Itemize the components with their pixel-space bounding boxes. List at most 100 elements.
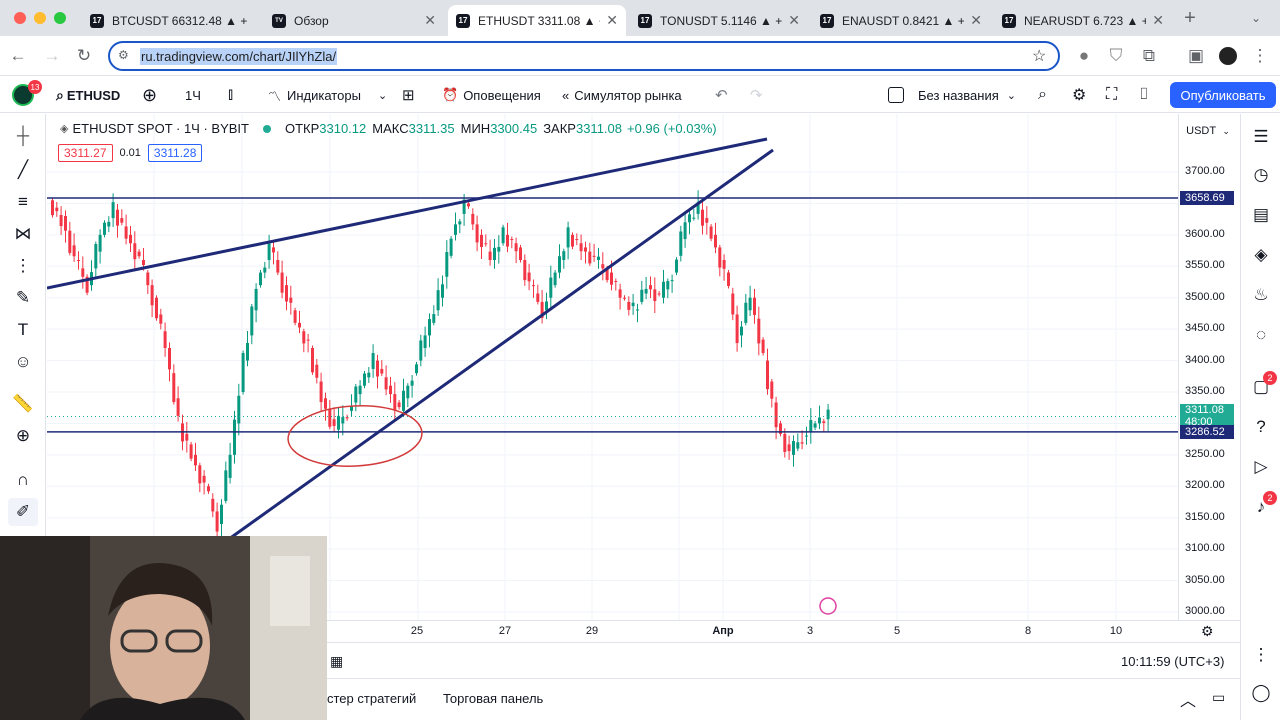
layout-name-button[interactable]: Без названия ⌄ [888,77,1016,113]
indicators-button[interactable]: 〽 Индикаторы [268,77,361,113]
apps-grid-icon[interactable]: ⋮ [1248,642,1274,668]
close-tab-icon[interactable]: ✕ [606,12,618,29]
minimize-window-button[interactable] [34,12,46,24]
candle-body [571,234,574,247]
address-url[interactable]: ru.tradingview.com/chart/JIlYhZla/ [140,47,338,65]
ruler-icon[interactable]: 📏 [8,390,38,418]
profile-avatar[interactable] [1216,44,1240,68]
close-tab-icon[interactable]: ✕ [424,12,436,29]
candle-body [137,251,141,257]
fullscreen-icon[interactable]: ⛶ [1106,77,1117,113]
candle-body [72,245,76,257]
alerts-clock-icon[interactable]: ◷ [1248,162,1274,188]
brush-icon[interactable]: ✎ [8,284,38,312]
camera-snapshot-icon[interactable]: ⌷ [1139,77,1149,113]
hotlist-flame-icon[interactable]: ♨ [1248,282,1274,308]
close-window-button[interactable] [14,12,26,24]
ask-price-button[interactable]: 3311.28 [147,144,203,162]
browser-tab[interactable]: 17 TONUSDT 5.1146 ▲ +5. ✕ [630,5,808,36]
candle-body [202,475,206,483]
candle-body [172,373,176,403]
forecast-icon[interactable]: ⋮ [8,252,38,280]
price-axis[interactable]: USDT⌄ 3700.003650.003600.003550.003500.0… [1178,114,1239,620]
browser-tab[interactable]: 17 BTCUSDT 66312.48 ▲ + [82,5,262,36]
sidebar-toggle-icon[interactable]: ▣ [1184,44,1208,68]
browser-tab-active[interactable]: 17 ETHUSDT 3311.08 ▲ +0 ✕ [448,5,626,36]
browser-tab[interactable]: TV Обзор ✕ [264,5,444,36]
hline-lower-label: 3286.52 [1180,424,1234,439]
candle-body [441,284,444,298]
candle-body [649,285,652,290]
alerts-button[interactable]: ⏰ Оповещения [442,77,541,113]
tab-search-icon[interactable]: ⌄ [1244,6,1268,30]
clock-timezone[interactable]: 10:11:59 (UTC+3) [1121,654,1224,669]
candle-body [753,297,756,315]
zoom-in-icon[interactable]: ⊕ [8,422,38,450]
magnet-icon[interactable]: ∩ [8,466,38,494]
tab-strategy-tester[interactable]: стер стратегий [327,691,416,706]
currency-selector[interactable]: USDT ⌄ [1183,120,1233,142]
candle-body [787,444,791,452]
symbol-search-button[interactable]: ⌕ ETHUSD [56,77,120,113]
stream-play-icon[interactable]: ▷ [1248,454,1274,480]
close-tab-icon[interactable]: ✕ [788,12,800,29]
candle-body [319,381,323,403]
chevron-up-icon[interactable]: ︿ [1180,687,1196,711]
candle-type-icon[interactable]: ⫾ [228,77,233,113]
replay-button[interactable]: « Симулятор рынка [562,77,682,113]
candle-body [111,202,115,219]
back-arrow-icon[interactable]: ← [6,44,30,68]
emoji-icon[interactable]: ☺ [8,348,38,376]
undo-icon[interactable]: ↶ [715,77,728,113]
extensions-puzzle-icon[interactable]: ⧉ [1137,44,1161,68]
candle-body [59,214,63,227]
candle-body [506,234,509,247]
browser-menu-icon[interactable]: ⋮ [1248,44,1272,68]
maximize-panel-icon[interactable]: ▭ [1212,689,1225,706]
pattern-icon[interactable]: ⋈ [8,220,38,248]
crosshair-icon[interactable]: ┼ [8,122,38,150]
reload-icon[interactable]: ↻ [72,44,96,68]
close-tab-icon[interactable]: ✕ [970,12,982,29]
browser-tab[interactable]: 17 ENAUSDT 0.8421 ▲ +8 ✕ [812,5,990,36]
watchlist-icon[interactable]: ☰ [1248,124,1274,150]
help-icon[interactable]: ? [1248,414,1274,440]
new-tab-button[interactable]: + [1178,6,1202,30]
site-info-icon[interactable]: ⚙ [118,48,129,62]
shield-extension-icon[interactable]: ⛉ [1104,44,1128,68]
quick-search-icon[interactable]: ⌕ [1038,77,1047,113]
forward-arrow-icon[interactable]: → [40,44,64,68]
candle-body [432,314,436,323]
tab-trading-panel[interactable]: Торговая панель [443,691,543,706]
settings-gear-icon[interactable]: ⚙ [1072,77,1086,113]
indicators-dropdown-icon[interactable]: ⌄ [378,77,387,113]
bookmark-star-icon[interactable]: ☆ [1032,46,1046,66]
redo-icon[interactable]: ↷ [750,77,763,113]
axis-settings-gear-icon[interactable]: ⚙ [1201,623,1214,640]
ideas-lightbulb-icon[interactable]: ◌ [1248,322,1274,348]
publish-button[interactable]: Опубликовать [1170,82,1276,108]
layout-grid-icon[interactable]: ⊞ [402,77,415,113]
text-tool-icon[interactable]: T [8,316,38,344]
candle-body [623,297,626,299]
trendline-icon[interactable]: ╱ [8,156,38,184]
candle-body [406,385,410,399]
fib-retracement-icon[interactable]: ≡ [8,188,38,216]
browser-tab[interactable]: 17 NEARUSDT 6.723 ▲ +8 ✕ [994,5,1172,36]
extension-icon[interactable]: ● [1072,44,1096,68]
tradingview-favicon-icon: TV [272,13,286,28]
candle-body [276,260,280,273]
maximize-window-button[interactable] [54,12,66,24]
compare-add-symbol-icon[interactable]: ⊕ [142,77,157,113]
date-range-calendar-icon[interactable]: ▦ [330,653,343,670]
object-tree-icon[interactable]: ▤ [1248,202,1274,228]
layers-icon[interactable]: ◈ [1248,242,1274,268]
close-tab-icon[interactable]: ✕ [1152,12,1164,29]
bid-price-button[interactable]: 3311.27 [58,144,113,162]
address-bar[interactable]: ⚙ ru.tradingview.com/chart/JIlYhZla/ ☆ [108,41,1060,71]
candle-body [259,272,262,286]
drawing-mode-icon[interactable]: ✐ [8,498,38,526]
interval-button[interactable]: 1Ч [185,77,201,113]
candle-body [497,247,501,252]
help-circle-icon[interactable]: ◯ [1248,680,1274,706]
